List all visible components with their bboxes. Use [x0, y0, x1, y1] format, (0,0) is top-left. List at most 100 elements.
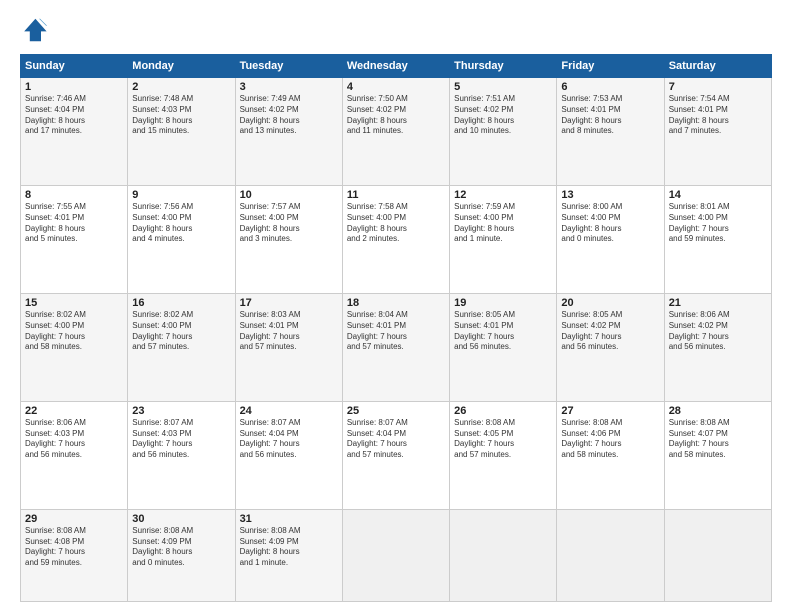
cell-info: Sunrise: 7:55 AMSunset: 4:01 PMDaylight:… — [25, 202, 123, 245]
calendar-cell: 17Sunrise: 8:03 AMSunset: 4:01 PMDayligh… — [235, 293, 342, 401]
cell-info: Sunrise: 7:58 AMSunset: 4:00 PMDaylight:… — [347, 202, 445, 245]
cell-info: Sunrise: 8:07 AMSunset: 4:04 PMDaylight:… — [240, 418, 338, 461]
calendar-cell: 3Sunrise: 7:49 AMSunset: 4:02 PMDaylight… — [235, 78, 342, 186]
calendar-cell: 13Sunrise: 8:00 AMSunset: 4:00 PMDayligh… — [557, 185, 664, 293]
day-number: 31 — [240, 513, 338, 525]
calendar-cell: 19Sunrise: 8:05 AMSunset: 4:01 PMDayligh… — [450, 293, 557, 401]
calendar-cell: 18Sunrise: 8:04 AMSunset: 4:01 PMDayligh… — [342, 293, 449, 401]
day-number: 25 — [347, 405, 445, 417]
cell-info: Sunrise: 8:06 AMSunset: 4:02 PMDaylight:… — [669, 310, 767, 353]
cell-info: Sunrise: 8:04 AMSunset: 4:01 PMDaylight:… — [347, 310, 445, 353]
logo — [20, 16, 52, 44]
weekday-header-wednesday: Wednesday — [342, 55, 449, 78]
calendar-cell: 11Sunrise: 7:58 AMSunset: 4:00 PMDayligh… — [342, 185, 449, 293]
calendar-cell: 29Sunrise: 8:08 AMSunset: 4:08 PMDayligh… — [21, 509, 128, 601]
day-number: 30 — [132, 513, 230, 525]
calendar-cell: 7Sunrise: 7:54 AMSunset: 4:01 PMDaylight… — [664, 78, 771, 186]
day-number: 1 — [25, 81, 123, 93]
calendar-cell: 9Sunrise: 7:56 AMSunset: 4:00 PMDaylight… — [128, 185, 235, 293]
calendar-cell: 24Sunrise: 8:07 AMSunset: 4:04 PMDayligh… — [235, 401, 342, 509]
cell-info: Sunrise: 7:46 AMSunset: 4:04 PMDaylight:… — [25, 94, 123, 137]
day-number: 23 — [132, 405, 230, 417]
cell-info: Sunrise: 8:06 AMSunset: 4:03 PMDaylight:… — [25, 418, 123, 461]
logo-icon — [20, 16, 48, 44]
weekday-header-sunday: Sunday — [21, 55, 128, 78]
day-number: 21 — [669, 297, 767, 309]
calendar-cell: 10Sunrise: 7:57 AMSunset: 4:00 PMDayligh… — [235, 185, 342, 293]
calendar-cell — [342, 509, 449, 601]
weekday-header-thursday: Thursday — [450, 55, 557, 78]
cell-info: Sunrise: 8:05 AMSunset: 4:01 PMDaylight:… — [454, 310, 552, 353]
calendar-cell: 15Sunrise: 8:02 AMSunset: 4:00 PMDayligh… — [21, 293, 128, 401]
cell-info: Sunrise: 7:51 AMSunset: 4:02 PMDaylight:… — [454, 94, 552, 137]
cell-info: Sunrise: 8:08 AMSunset: 4:09 PMDaylight:… — [240, 526, 338, 569]
cell-info: Sunrise: 7:53 AMSunset: 4:01 PMDaylight:… — [561, 94, 659, 137]
cell-info: Sunrise: 8:01 AMSunset: 4:00 PMDaylight:… — [669, 202, 767, 245]
day-number: 29 — [25, 513, 123, 525]
cell-info: Sunrise: 8:08 AMSunset: 4:09 PMDaylight:… — [132, 526, 230, 569]
day-number: 16 — [132, 297, 230, 309]
weekday-header-friday: Friday — [557, 55, 664, 78]
cell-info: Sunrise: 8:08 AMSunset: 4:06 PMDaylight:… — [561, 418, 659, 461]
day-number: 3 — [240, 81, 338, 93]
calendar-cell: 30Sunrise: 8:08 AMSunset: 4:09 PMDayligh… — [128, 509, 235, 601]
calendar-cell: 16Sunrise: 8:02 AMSunset: 4:00 PMDayligh… — [128, 293, 235, 401]
cell-info: Sunrise: 7:48 AMSunset: 4:03 PMDaylight:… — [132, 94, 230, 137]
calendar-cell: 1Sunrise: 7:46 AMSunset: 4:04 PMDaylight… — [21, 78, 128, 186]
cell-info: Sunrise: 8:02 AMSunset: 4:00 PMDaylight:… — [25, 310, 123, 353]
day-number: 17 — [240, 297, 338, 309]
cell-info: Sunrise: 8:08 AMSunset: 4:07 PMDaylight:… — [669, 418, 767, 461]
weekday-header-tuesday: Tuesday — [235, 55, 342, 78]
day-number: 15 — [25, 297, 123, 309]
day-number: 27 — [561, 405, 659, 417]
day-number: 2 — [132, 81, 230, 93]
calendar-cell: 6Sunrise: 7:53 AMSunset: 4:01 PMDaylight… — [557, 78, 664, 186]
day-number: 9 — [132, 189, 230, 201]
calendar-cell: 27Sunrise: 8:08 AMSunset: 4:06 PMDayligh… — [557, 401, 664, 509]
calendar-cell: 12Sunrise: 7:59 AMSunset: 4:00 PMDayligh… — [450, 185, 557, 293]
calendar-cell — [557, 509, 664, 601]
day-number: 10 — [240, 189, 338, 201]
header — [20, 16, 772, 44]
cell-info: Sunrise: 7:49 AMSunset: 4:02 PMDaylight:… — [240, 94, 338, 137]
day-number: 12 — [454, 189, 552, 201]
cell-info: Sunrise: 8:07 AMSunset: 4:03 PMDaylight:… — [132, 418, 230, 461]
calendar-cell: 21Sunrise: 8:06 AMSunset: 4:02 PMDayligh… — [664, 293, 771, 401]
calendar-cell: 22Sunrise: 8:06 AMSunset: 4:03 PMDayligh… — [21, 401, 128, 509]
cell-info: Sunrise: 8:05 AMSunset: 4:02 PMDaylight:… — [561, 310, 659, 353]
day-number: 26 — [454, 405, 552, 417]
day-number: 6 — [561, 81, 659, 93]
day-number: 5 — [454, 81, 552, 93]
cell-info: Sunrise: 8:07 AMSunset: 4:04 PMDaylight:… — [347, 418, 445, 461]
day-number: 24 — [240, 405, 338, 417]
day-number: 4 — [347, 81, 445, 93]
day-number: 19 — [454, 297, 552, 309]
calendar: SundayMondayTuesdayWednesdayThursdayFrid… — [20, 54, 772, 602]
day-number: 7 — [669, 81, 767, 93]
cell-info: Sunrise: 8:03 AMSunset: 4:01 PMDaylight:… — [240, 310, 338, 353]
calendar-cell: 25Sunrise: 8:07 AMSunset: 4:04 PMDayligh… — [342, 401, 449, 509]
day-number: 11 — [347, 189, 445, 201]
cell-info: Sunrise: 7:57 AMSunset: 4:00 PMDaylight:… — [240, 202, 338, 245]
day-number: 22 — [25, 405, 123, 417]
day-number: 20 — [561, 297, 659, 309]
day-number: 8 — [25, 189, 123, 201]
weekday-header-monday: Monday — [128, 55, 235, 78]
calendar-cell: 20Sunrise: 8:05 AMSunset: 4:02 PMDayligh… — [557, 293, 664, 401]
calendar-cell: 4Sunrise: 7:50 AMSunset: 4:02 PMDaylight… — [342, 78, 449, 186]
cell-info: Sunrise: 7:56 AMSunset: 4:00 PMDaylight:… — [132, 202, 230, 245]
day-number: 13 — [561, 189, 659, 201]
cell-info: Sunrise: 8:02 AMSunset: 4:00 PMDaylight:… — [132, 310, 230, 353]
cell-info: Sunrise: 8:08 AMSunset: 4:08 PMDaylight:… — [25, 526, 123, 569]
weekday-header-saturday: Saturday — [664, 55, 771, 78]
calendar-cell: 26Sunrise: 8:08 AMSunset: 4:05 PMDayligh… — [450, 401, 557, 509]
calendar-cell — [664, 509, 771, 601]
page: SundayMondayTuesdayWednesdayThursdayFrid… — [0, 0, 792, 612]
calendar-cell: 14Sunrise: 8:01 AMSunset: 4:00 PMDayligh… — [664, 185, 771, 293]
cell-info: Sunrise: 8:00 AMSunset: 4:00 PMDaylight:… — [561, 202, 659, 245]
day-number: 28 — [669, 405, 767, 417]
cell-info: Sunrise: 7:59 AMSunset: 4:00 PMDaylight:… — [454, 202, 552, 245]
calendar-cell: 23Sunrise: 8:07 AMSunset: 4:03 PMDayligh… — [128, 401, 235, 509]
calendar-cell: 28Sunrise: 8:08 AMSunset: 4:07 PMDayligh… — [664, 401, 771, 509]
day-number: 14 — [669, 189, 767, 201]
